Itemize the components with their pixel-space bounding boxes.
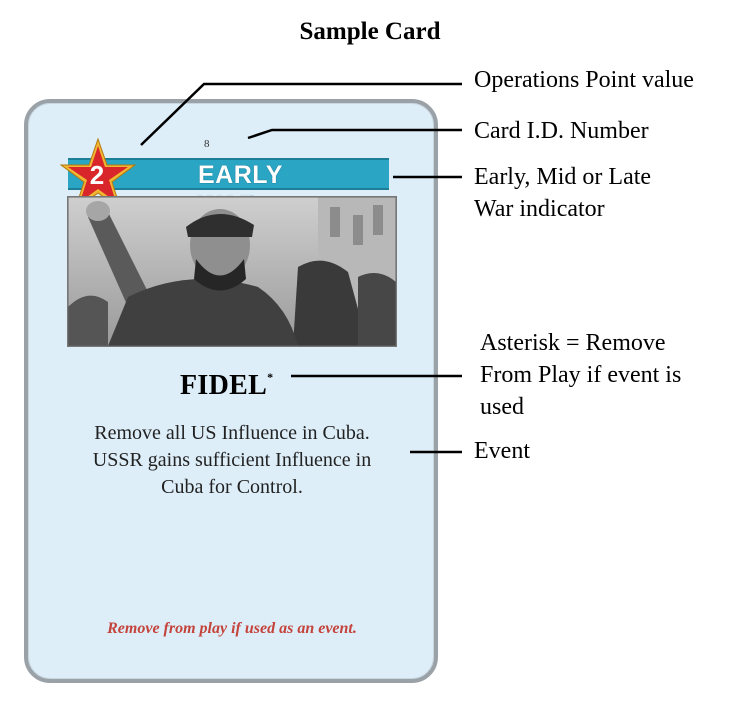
label-asterisk-2: From Play if event is xyxy=(480,362,682,388)
label-ops-point: Operations Point value xyxy=(474,67,694,93)
label-asterisk-3: used xyxy=(480,394,524,420)
label-card-id: Card I.D. Number xyxy=(474,118,649,144)
leader-card-id xyxy=(247,128,462,140)
leader-ops-point xyxy=(140,82,462,146)
label-war-indicator-1: Early, Mid or Late xyxy=(474,164,652,190)
label-war-indicator-2: War indicator xyxy=(474,196,605,222)
label-event: Event xyxy=(474,438,530,464)
label-asterisk-1: Asterisk = Remove xyxy=(480,330,666,356)
